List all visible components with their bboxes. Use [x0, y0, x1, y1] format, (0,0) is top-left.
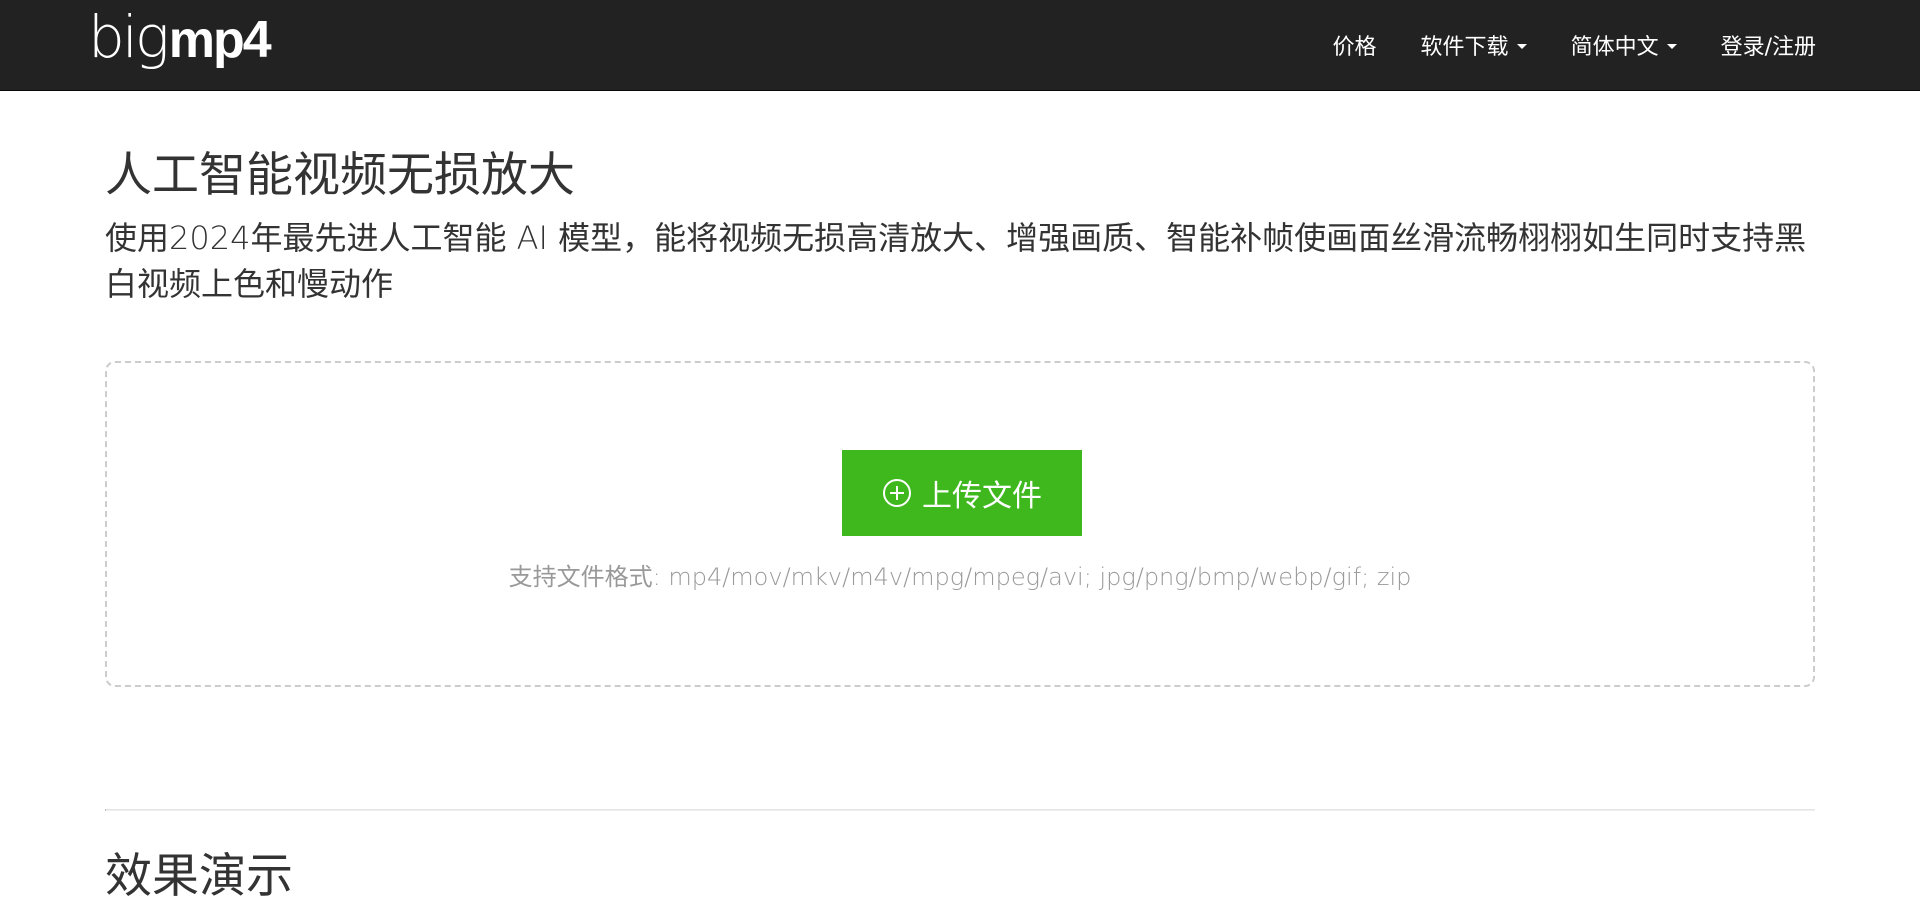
- section-divider: [105, 809, 1815, 811]
- plus-circle-icon: [883, 479, 911, 507]
- nav-item-label: 软件下载: [1420, 35, 1509, 60]
- demo-section-title: 效果演示: [105, 849, 293, 904]
- caret-down-icon: [1516, 43, 1527, 49]
- supported-formats: 支持文件格式: mp4/mov/mkv/m4v/mpg/mpeg/avi; jp…: [508, 563, 1412, 591]
- upload-button[interactable]: 上传文件: [842, 450, 1082, 536]
- nav-item-label: 登录/注册: [1720, 35, 1816, 60]
- upload-button-label: 上传文件: [922, 479, 1042, 514]
- page-title: 人工智能视频无损放大: [105, 148, 575, 203]
- logo-text-mp4: mp4: [168, 11, 272, 69]
- logo[interactable]: big mp4: [88, 2, 272, 84]
- navbar: big mp4 价格 软件下载 简体中文 登录/注册: [0, 0, 1920, 91]
- main-content: 人工智能视频无损放大 使用2024年最先进人工智能 AI 模型，能将视频无损高清…: [105, 91, 1815, 904]
- nav-item-pricing[interactable]: 价格: [1333, 29, 1377, 61]
- nav-item-label: 简体中文: [1570, 35, 1659, 60]
- nav-item-label: 价格: [1332, 35, 1377, 60]
- page-description: 使用2024年最先进人工智能 AI 模型，能将视频无损高清放大、增强画质、智能补…: [105, 219, 1807, 304]
- caret-down-icon: [1666, 43, 1677, 49]
- nav-item-login-register[interactable]: 登录/注册: [1721, 29, 1816, 61]
- logo-text-big: big: [88, 3, 170, 71]
- nav-item-software-download[interactable]: 软件下载: [1421, 29, 1527, 61]
- nav-item-language[interactable]: 简体中文: [1571, 29, 1677, 61]
- upload-dropzone[interactable]: 上传文件 支持文件格式: mp4/mov/mkv/m4v/mpg/mpeg/av…: [105, 361, 1815, 687]
- nav-menu: 价格 软件下载 简体中文 登录/注册: [1289, 0, 1816, 90]
